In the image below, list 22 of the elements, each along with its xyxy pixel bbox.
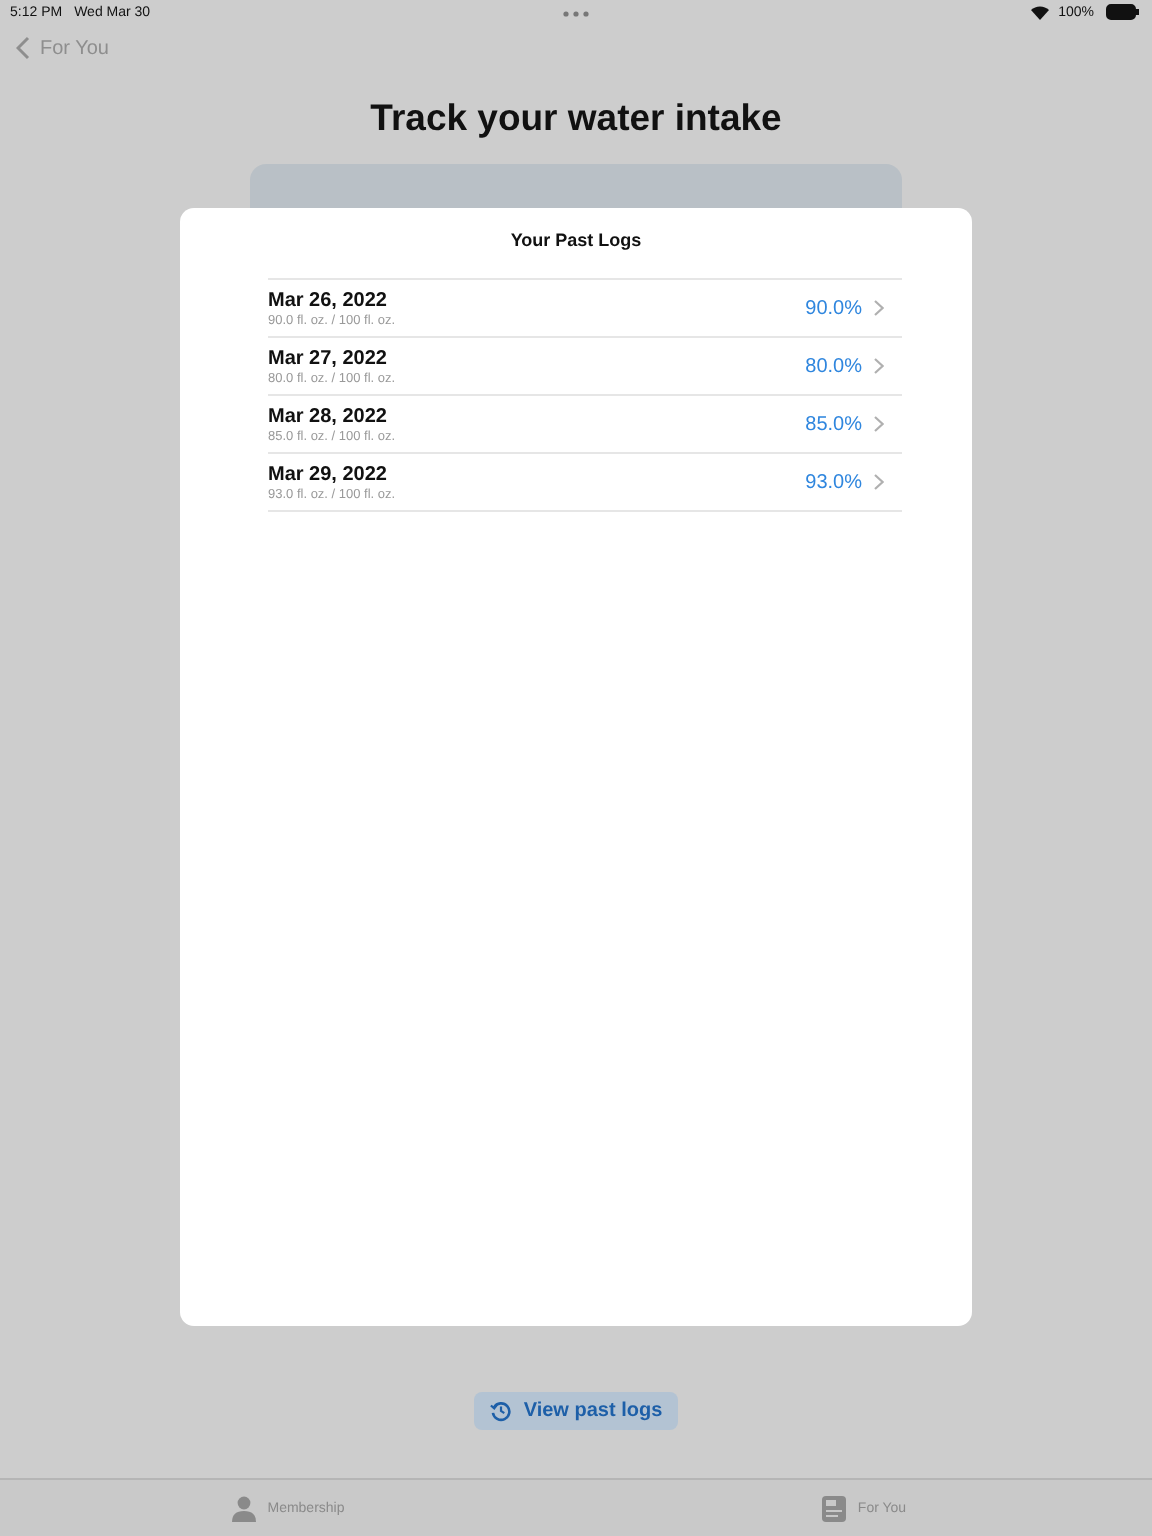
log-percent: 85.0% xyxy=(805,413,862,435)
log-date: Mar 27, 2022 xyxy=(268,347,389,369)
log-date: Mar 29, 2022 xyxy=(268,463,389,485)
chevron-left-icon xyxy=(16,36,30,60)
chevron-right-icon xyxy=(874,416,884,432)
chevron-right-icon xyxy=(874,300,884,316)
log-date: Mar 26, 2022 xyxy=(268,289,389,311)
log-date: Mar 28, 2022 xyxy=(268,405,389,427)
battery-icon xyxy=(1106,4,1140,20)
log-percent: 80.0% xyxy=(805,355,862,377)
newspaper-icon xyxy=(821,1495,846,1521)
log-percent: 93.0% xyxy=(805,471,862,493)
more-icon xyxy=(562,10,590,18)
log-percent: 90.0% xyxy=(805,297,862,319)
page-title: Track your water intake xyxy=(368,96,784,140)
chevron-right-icon xyxy=(874,358,884,374)
wifi-icon xyxy=(1030,4,1051,20)
history-icon xyxy=(489,1400,512,1422)
view-past-logs-button[interactable]: View past logs xyxy=(473,1392,679,1430)
sheet-title: Your Past Logs xyxy=(508,230,644,250)
chevron-right-icon xyxy=(874,474,884,490)
person-icon xyxy=(231,1495,256,1521)
